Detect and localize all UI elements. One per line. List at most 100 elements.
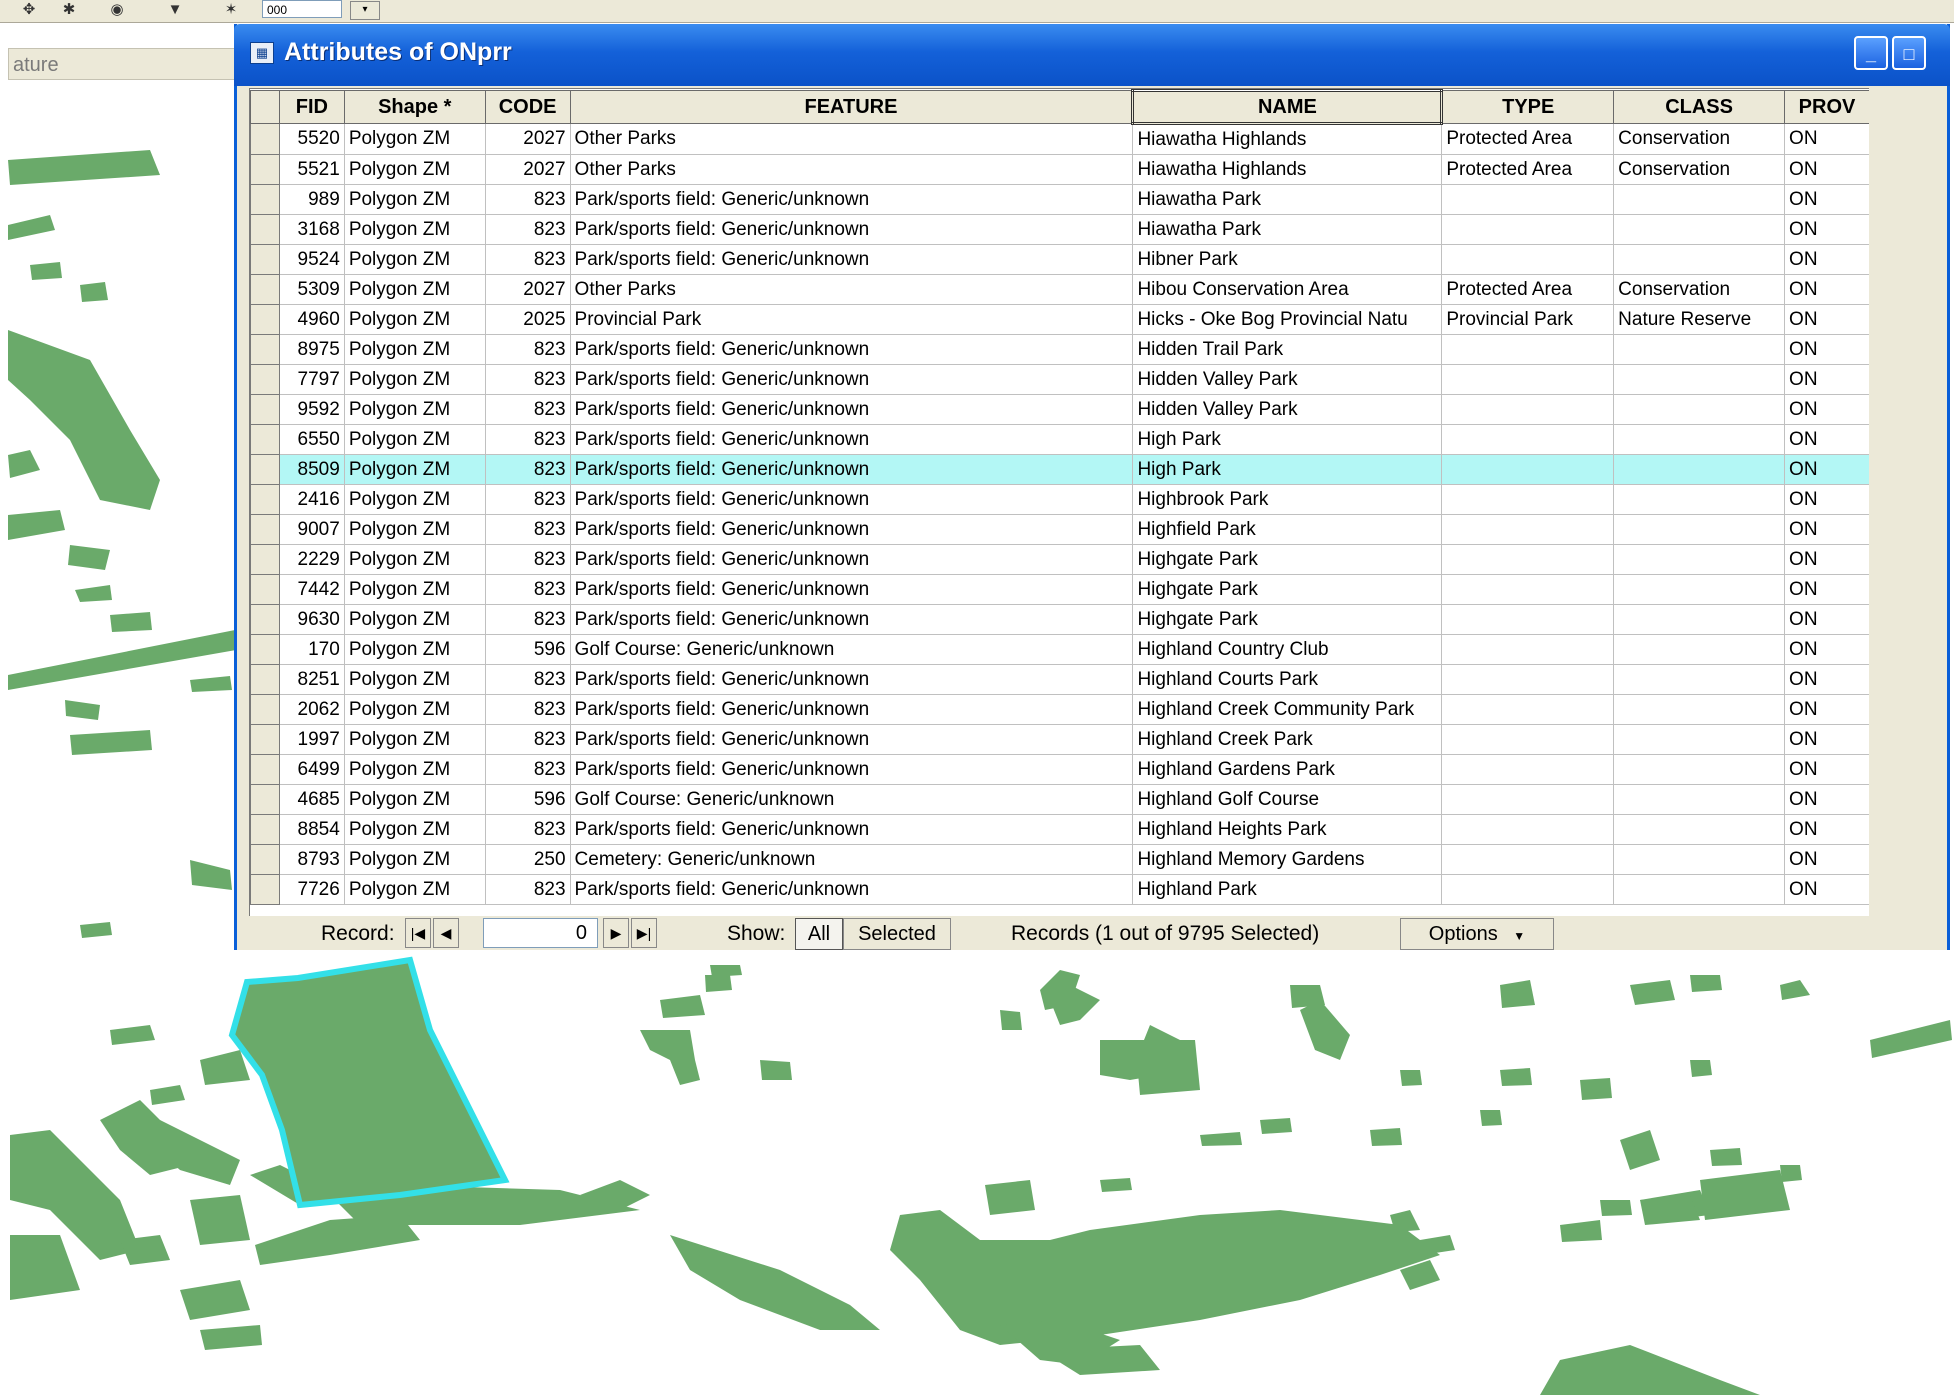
cell-name[interactable]: High Park [1132, 424, 1443, 455]
cell-shape[interactable]: Polygon ZM [343, 394, 486, 425]
cell-shape[interactable]: Polygon ZM [343, 184, 486, 215]
cell-name[interactable]: Hicks - Oke Bog Provincial Natu [1132, 304, 1443, 335]
cell-type[interactable] [1441, 394, 1615, 425]
row-selector[interactable] [250, 214, 280, 245]
column-header-class[interactable]: CLASS [1613, 90, 1786, 124]
cell-type[interactable] [1441, 484, 1615, 515]
cell-shape[interactable]: Polygon ZM [343, 154, 486, 185]
cell-prov[interactable]: ON [1784, 544, 1870, 575]
table-row[interactable]: 9524 Polygon ZM 823 Park/sports field: Gene… [250, 244, 1870, 275]
cell-class[interactable]: Conservation [1613, 274, 1786, 305]
row-selector[interactable] [250, 514, 280, 545]
cell-type[interactable] [1441, 694, 1615, 725]
row-selector[interactable] [250, 544, 280, 575]
row-selector[interactable] [250, 274, 280, 305]
cell-class[interactable] [1613, 874, 1786, 905]
cell-name[interactable]: Highland Courts Park [1132, 664, 1443, 695]
cell-code[interactable]: 823 [484, 514, 571, 545]
row-selector[interactable] [250, 844, 280, 875]
cell-code[interactable]: 823 [484, 484, 571, 515]
cell-feature[interactable]: Park/sports field: Generic/unknown [569, 694, 1134, 725]
cell-class[interactable] [1613, 844, 1786, 875]
cell-type[interactable] [1441, 634, 1615, 665]
cell-fid[interactable]: 6499 [278, 754, 345, 785]
cell-code[interactable]: 596 [484, 784, 571, 815]
flash-icon[interactable]: ✶ [222, 2, 240, 18]
row-selector[interactable] [250, 304, 280, 335]
row-selector[interactable] [250, 334, 280, 365]
cell-type[interactable] [1441, 574, 1615, 605]
cell-shape[interactable]: Polygon ZM [343, 754, 486, 785]
cell-code[interactable]: 2027 [484, 123, 571, 155]
cell-fid[interactable]: 989 [278, 184, 345, 215]
cell-type[interactable] [1441, 334, 1615, 365]
cell-feature[interactable]: Park/sports field: Generic/unknown [569, 454, 1134, 485]
cell-shape[interactable]: Polygon ZM [343, 304, 486, 335]
cell-fid[interactable]: 7726 [278, 874, 345, 905]
cell-fid[interactable]: 4960 [278, 304, 345, 335]
cell-fid[interactable]: 6550 [278, 424, 345, 455]
cell-name[interactable]: Highland Creek Park [1132, 724, 1443, 755]
cell-type[interactable]: Protected Area [1441, 123, 1615, 155]
table-row[interactable]: 8975 Polygon ZM 823 Park/sports field: Gene… [250, 334, 1870, 365]
cell-type[interactable] [1441, 184, 1615, 215]
cell-code[interactable]: 823 [484, 214, 571, 245]
cell-prov[interactable]: ON [1784, 424, 1870, 455]
cell-prov[interactable]: ON [1784, 364, 1870, 395]
cell-class[interactable] [1613, 394, 1786, 425]
row-selector[interactable] [250, 814, 280, 845]
cell-feature[interactable]: Park/sports field: Generic/unknown [569, 334, 1134, 365]
cell-shape[interactable]: Polygon ZM [343, 634, 486, 665]
cell-feature[interactable]: Provincial Park [569, 304, 1134, 335]
cell-class[interactable] [1613, 244, 1786, 275]
cell-shape[interactable]: Polygon ZM [343, 814, 486, 845]
cell-name[interactable]: Highgate Park [1132, 544, 1443, 575]
cell-code[interactable]: 823 [484, 874, 571, 905]
table-row[interactable]: 170 Polygon ZM 596 Golf Course: Generic/unk… [250, 634, 1870, 665]
cell-fid[interactable]: 8793 [278, 844, 345, 875]
row-selector[interactable] [250, 184, 280, 215]
cell-type[interactable] [1441, 754, 1615, 785]
cell-shape[interactable]: Polygon ZM [343, 334, 486, 365]
cell-prov[interactable]: ON [1784, 514, 1870, 545]
cell-fid[interactable]: 5309 [278, 274, 345, 305]
next-record-button[interactable]: ▶ [603, 918, 629, 948]
cell-code[interactable]: 250 [484, 844, 571, 875]
cell-class[interactable] [1613, 334, 1786, 365]
show-selected-button[interactable]: Selected [843, 918, 951, 950]
cell-shape[interactable]: Polygon ZM [343, 514, 486, 545]
cell-type[interactable] [1441, 844, 1615, 875]
cell-feature[interactable]: Golf Course: Generic/unknown [569, 784, 1134, 815]
cell-feature[interactable]: Park/sports field: Generic/unknown [569, 664, 1134, 695]
cell-prov[interactable]: ON [1784, 664, 1870, 695]
cell-name[interactable]: Highland Gardens Park [1132, 754, 1443, 785]
last-record-button[interactable]: ▶| [631, 918, 657, 948]
cell-shape[interactable]: Polygon ZM [343, 214, 486, 245]
table-row[interactable]: 2416 Polygon ZM 823 Park/sports field: Gene… [250, 484, 1870, 515]
cell-feature[interactable]: Park/sports field: Generic/unknown [569, 424, 1134, 455]
cell-class[interactable] [1613, 664, 1786, 695]
cell-class[interactable] [1613, 754, 1786, 785]
cell-code[interactable]: 596 [484, 634, 571, 665]
cell-class[interactable]: Conservation [1613, 154, 1786, 185]
cell-fid[interactable]: 5521 [278, 154, 345, 185]
cell-code[interactable]: 823 [484, 184, 571, 215]
cell-code[interactable]: 2025 [484, 304, 571, 335]
cell-feature[interactable]: Other Parks [569, 123, 1134, 155]
cell-name[interactable]: Highland Golf Course [1132, 784, 1443, 815]
cell-prov[interactable]: ON [1784, 634, 1870, 665]
cell-prov[interactable]: ON [1784, 844, 1870, 875]
table-row[interactable]: 5520 Polygon ZM 2027 Other Parks Hiawatha Hi… [250, 123, 1870, 155]
cell-class[interactable] [1613, 484, 1786, 515]
cell-name[interactable]: Hidden Trail Park [1132, 334, 1443, 365]
cell-code[interactable]: 823 [484, 424, 571, 455]
cell-class[interactable]: Nature Reserve [1613, 304, 1786, 335]
cell-prov[interactable]: ON [1784, 394, 1870, 425]
cell-name[interactable]: Highland Heights Park [1132, 814, 1443, 845]
cell-shape[interactable]: Polygon ZM [343, 664, 486, 695]
cell-fid[interactable]: 5520 [278, 123, 345, 155]
cell-name[interactable]: Hiawatha Highlands [1132, 123, 1443, 155]
cell-class[interactable] [1613, 784, 1786, 815]
cell-name[interactable]: Highbrook Park [1132, 484, 1443, 515]
cell-class[interactable] [1613, 364, 1786, 395]
